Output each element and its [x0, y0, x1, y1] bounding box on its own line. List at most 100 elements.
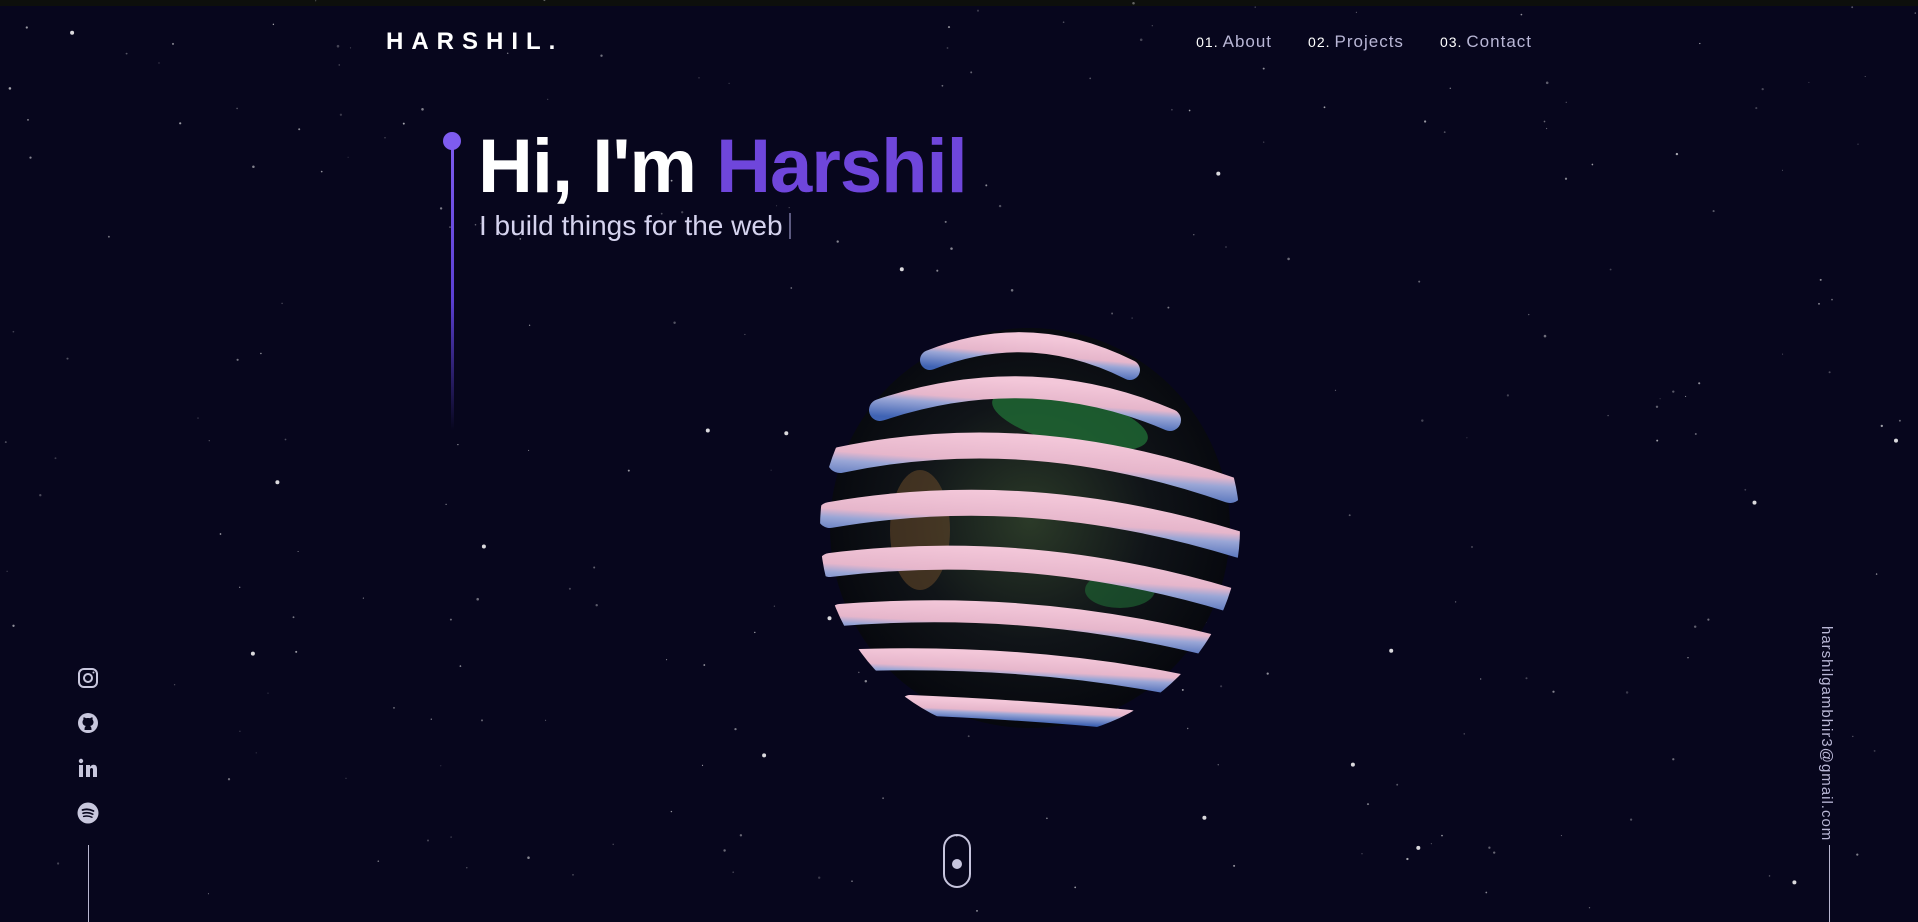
star [1744, 488, 1747, 491]
instagram-icon[interactable] [76, 666, 100, 690]
star [107, 235, 110, 238]
star [1588, 907, 1591, 909]
star [54, 457, 57, 460]
star [728, 82, 730, 85]
star [362, 597, 364, 599]
star [1755, 107, 1758, 110]
star [545, 719, 547, 721]
star [1525, 677, 1528, 680]
star [208, 440, 210, 442]
site-logo[interactable]: HARSHIL. [386, 28, 563, 56]
star [568, 587, 571, 590]
nav-label: Contact [1466, 32, 1532, 51]
star [1781, 169, 1784, 171]
star [1659, 398, 1661, 400]
nav-contact-link[interactable]: 03. Contact [1440, 32, 1532, 52]
email-link[interactable]: harshilgambhir3@gmail.com [1818, 626, 1835, 841]
star [1287, 257, 1290, 261]
star [1132, 1, 1135, 5]
star [292, 616, 295, 619]
star [976, 9, 980, 12]
nav-number: 01. [1196, 34, 1219, 50]
star [744, 333, 746, 336]
star [179, 122, 182, 125]
star [732, 871, 735, 874]
star [158, 62, 160, 64]
star [1334, 389, 1337, 391]
star [1712, 210, 1715, 213]
star [1406, 857, 1409, 861]
star [338, 64, 340, 66]
nav-label: About [1222, 32, 1273, 51]
star [851, 880, 853, 883]
star [1389, 648, 1394, 653]
star [207, 893, 209, 895]
star [1188, 109, 1191, 112]
star [459, 665, 462, 667]
star [1171, 108, 1173, 111]
star [297, 550, 299, 553]
star [474, 223, 477, 226]
star [197, 417, 199, 419]
star [1560, 835, 1562, 837]
star [1914, 12, 1916, 14]
nav-projects-link[interactable]: 02. Projects [1308, 32, 1404, 52]
star [173, 684, 176, 686]
star [1873, 749, 1876, 752]
right-vertical-line [1829, 845, 1830, 922]
star [1856, 853, 1859, 856]
star [421, 108, 424, 111]
star [1480, 678, 1482, 680]
scroll-indicator[interactable] [943, 834, 971, 888]
star [260, 352, 262, 355]
star [1225, 246, 1227, 248]
star [1552, 690, 1555, 693]
left-vertical-line [88, 845, 89, 922]
star [8, 87, 12, 90]
star [600, 54, 603, 57]
star [1543, 334, 1547, 338]
star [754, 631, 756, 634]
star [670, 810, 673, 813]
linkedin-icon[interactable] [76, 756, 100, 780]
star [1629, 818, 1633, 821]
star [1819, 278, 1822, 281]
star [267, 692, 269, 694]
star [1348, 514, 1351, 517]
star [595, 604, 598, 607]
star [703, 664, 706, 666]
star [1591, 163, 1594, 166]
star [1687, 657, 1689, 659]
star [1675, 152, 1679, 156]
star [899, 267, 904, 272]
star [612, 843, 614, 846]
nav-about-link[interactable]: 01. About [1196, 32, 1272, 52]
star [1894, 438, 1898, 443]
hero-subtitle: I build things for the web [479, 210, 791, 242]
star [1655, 405, 1659, 409]
star [705, 428, 710, 433]
star [970, 71, 973, 74]
star [1792, 880, 1797, 885]
star [12, 330, 15, 333]
star [1565, 101, 1567, 103]
star [784, 431, 789, 436]
star [1396, 783, 1399, 786]
star [698, 77, 700, 79]
star [998, 204, 1002, 208]
star [734, 727, 737, 731]
star [1423, 120, 1427, 123]
star [272, 23, 275, 26]
star [528, 324, 531, 326]
star [27, 119, 29, 121]
star [1493, 851, 1496, 854]
star [25, 26, 28, 29]
star [1782, 353, 1784, 355]
star [481, 544, 486, 549]
star [1546, 127, 1548, 130]
star [339, 113, 343, 116]
star [236, 107, 238, 110]
spotify-icon[interactable] [76, 801, 100, 825]
github-icon[interactable] [76, 711, 100, 735]
star [1851, 6, 1854, 9]
